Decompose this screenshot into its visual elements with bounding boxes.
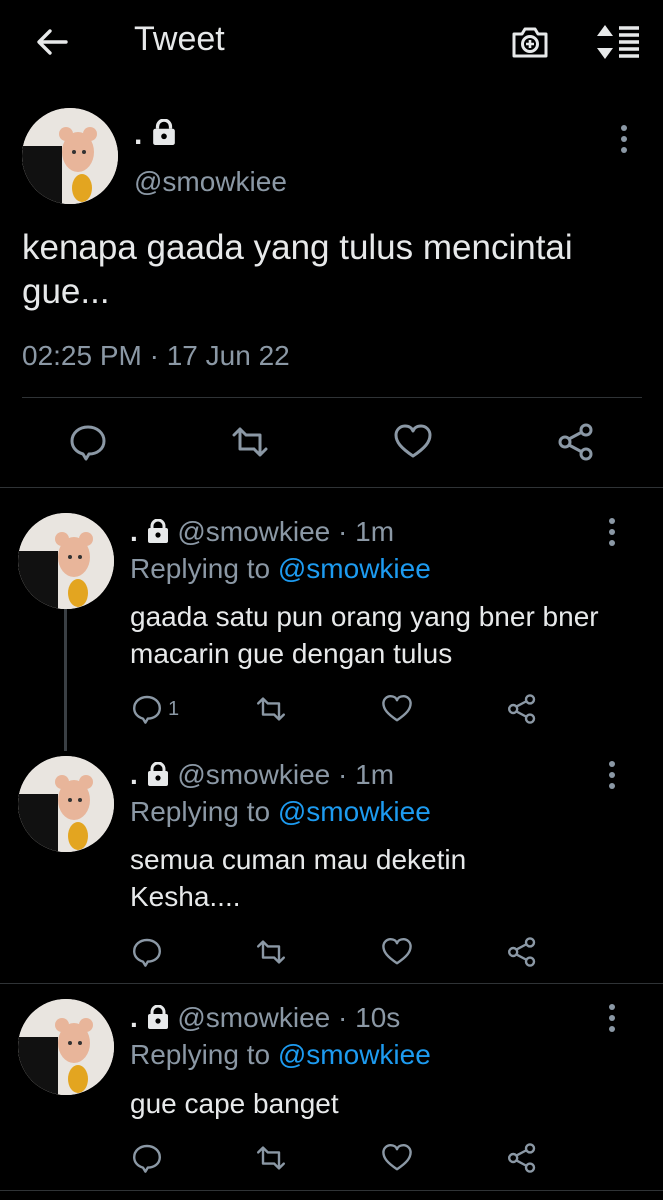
lock-icon bbox=[146, 761, 170, 793]
reply-header: . @smowkiee · 1m bbox=[130, 759, 394, 793]
separator-dot: · bbox=[338, 516, 348, 547]
share-icon[interactable] bbox=[506, 1142, 538, 1174]
divider bbox=[0, 983, 663, 984]
relative-time: 1m bbox=[355, 516, 395, 547]
divider bbox=[0, 487, 663, 488]
tweet-timestamp: 02:25 PM · 17 Jun 22 bbox=[22, 340, 290, 371]
display-name-text: . bbox=[134, 118, 143, 151]
display-name[interactable]: . bbox=[134, 118, 177, 153]
relative-time: 1m bbox=[355, 759, 395, 790]
handle[interactable]: @smowkiee bbox=[177, 516, 330, 547]
display-name-text[interactable]: . bbox=[130, 1002, 138, 1033]
divider bbox=[22, 397, 642, 398]
replying-to: Replying to @smowkiee bbox=[130, 553, 431, 585]
share-icon[interactable] bbox=[506, 693, 538, 725]
top-bar: Tweet bbox=[0, 0, 663, 86]
reply-icon[interactable] bbox=[131, 936, 163, 968]
separator-dot: · bbox=[338, 759, 348, 790]
handle[interactable]: @smowkiee bbox=[177, 1002, 330, 1033]
mention-link[interactable]: @smowkiee bbox=[278, 1039, 431, 1070]
separator-dot: · bbox=[338, 1002, 348, 1033]
avatar[interactable] bbox=[18, 756, 114, 852]
replying-to-label: Replying to bbox=[130, 553, 271, 584]
retweet-icon[interactable] bbox=[230, 422, 270, 462]
lock-icon bbox=[146, 1004, 170, 1036]
retweet-icon[interactable] bbox=[255, 1142, 287, 1174]
share-icon[interactable] bbox=[506, 936, 538, 968]
like-icon[interactable] bbox=[393, 422, 433, 462]
reply-text: semua cuman mau deketin Kesha.... bbox=[130, 844, 467, 912]
like-icon[interactable] bbox=[381, 1142, 413, 1174]
reply-icon[interactable] bbox=[131, 693, 163, 725]
reply-icon[interactable] bbox=[68, 422, 108, 462]
more-options-icon[interactable] bbox=[606, 760, 618, 790]
more-options-icon[interactable] bbox=[618, 124, 630, 154]
reply-icon[interactable] bbox=[131, 1142, 163, 1174]
avatar[interactable] bbox=[22, 108, 118, 204]
display-name-text[interactable]: . bbox=[130, 759, 138, 790]
retweet-icon[interactable] bbox=[255, 693, 287, 725]
more-options-icon[interactable] bbox=[606, 1003, 618, 1033]
reply-text: gaada satu pun orang yang bner bner maca… bbox=[130, 601, 599, 669]
reply-count: 1 bbox=[168, 698, 180, 720]
avatar[interactable] bbox=[18, 999, 114, 1095]
reply-header: . @smowkiee · 10s bbox=[130, 1002, 400, 1036]
handle[interactable]: @smowkiee bbox=[134, 166, 287, 198]
replying-to-label: Replying to bbox=[130, 1039, 271, 1070]
more-options-icon[interactable] bbox=[606, 517, 618, 547]
replying-to-label: Replying to bbox=[130, 796, 271, 827]
divider bbox=[0, 1190, 663, 1191]
display-name-text[interactable]: . bbox=[130, 516, 138, 547]
relative-time: 10s bbox=[355, 1002, 401, 1033]
sort-icon[interactable] bbox=[594, 22, 642, 62]
handle[interactable]: @smowkiee bbox=[177, 759, 330, 790]
mention-link[interactable]: @smowkiee bbox=[278, 553, 431, 584]
replying-to: Replying to @smowkiee bbox=[130, 796, 431, 828]
reply-header: . @smowkiee · 1m bbox=[130, 516, 394, 550]
back-arrow-icon[interactable] bbox=[34, 24, 70, 60]
like-icon[interactable] bbox=[381, 936, 413, 968]
avatar[interactable] bbox=[18, 513, 114, 609]
mention-link[interactable]: @smowkiee bbox=[278, 796, 431, 827]
lock-icon bbox=[151, 118, 177, 153]
reply-text: gue cape banget bbox=[130, 1088, 339, 1119]
page-title: Tweet bbox=[134, 20, 225, 58]
like-icon[interactable] bbox=[381, 693, 413, 725]
camera-plus-icon[interactable] bbox=[510, 22, 550, 62]
thread-line bbox=[64, 609, 67, 751]
replying-to: Replying to @smowkiee bbox=[130, 1039, 431, 1071]
lock-icon bbox=[146, 518, 170, 550]
retweet-icon[interactable] bbox=[255, 936, 287, 968]
share-icon[interactable] bbox=[556, 422, 596, 462]
tweet-text: kenapa gaada yang tulus mencintai gue... bbox=[22, 228, 573, 311]
